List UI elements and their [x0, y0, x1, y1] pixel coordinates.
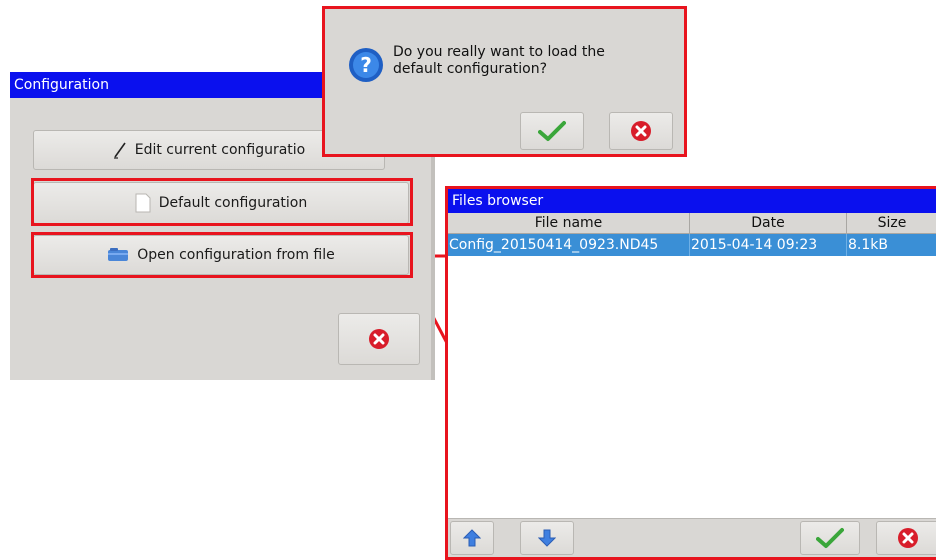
- pencil-icon: [113, 142, 126, 159]
- files-cancel-button[interactable]: [876, 521, 936, 555]
- edit-configuration-label: Edit current configuratio: [134, 142, 306, 158]
- cell-size: 8.1kB: [848, 237, 888, 253]
- svg-text:?: ?: [360, 53, 372, 77]
- confirm-message-line1: Do you really want to load the: [393, 44, 605, 60]
- confirm-dialog: ? Do you really want to load the default…: [322, 6, 687, 157]
- cell-file-name: Config_20150414_0923.ND45: [448, 234, 690, 256]
- confirm-ok-button[interactable]: [520, 112, 584, 150]
- scroll-up-button[interactable]: [450, 521, 494, 555]
- confirm-message: Do you really want to load the default c…: [393, 44, 673, 78]
- column-file-name[interactable]: File name: [448, 213, 690, 233]
- scroll-down-button[interactable]: [520, 521, 574, 555]
- files-toolbar: [448, 518, 936, 557]
- cancel-icon: [369, 329, 389, 349]
- column-date[interactable]: Date: [690, 213, 847, 233]
- cancel-icon: [631, 121, 651, 141]
- check-icon: [538, 121, 566, 141]
- question-icon: ?: [349, 48, 383, 82]
- confirm-message-line2: default configuration?: [393, 61, 548, 77]
- confirm-cancel-button[interactable]: [609, 112, 673, 150]
- open-configuration-button[interactable]: Open configuration from file: [33, 235, 409, 275]
- cancel-icon: [897, 528, 918, 548]
- default-configuration-button[interactable]: Default configuration: [33, 182, 409, 224]
- blank-page-icon: [135, 193, 151, 213]
- default-configuration-label: Default configuration: [158, 195, 308, 211]
- folder-icon: [108, 248, 129, 261]
- column-size[interactable]: Size: [847, 213, 936, 233]
- files-browser-window: Files browser File name Date Size Config…: [445, 186, 936, 560]
- arrow-up-icon: [463, 529, 481, 547]
- files-ok-button[interactable]: [800, 521, 860, 555]
- table-row[interactable]: Config_20150414_0923.ND45 2015-04-14 09:…: [448, 234, 936, 256]
- check-icon: [816, 528, 844, 548]
- close-configuration-button[interactable]: [338, 313, 420, 365]
- files-table-header: File name Date Size: [448, 213, 936, 234]
- arrow-down-icon: [538, 529, 556, 547]
- files-browser-title: Files browser: [448, 189, 936, 213]
- cell-date: 2015-04-14 09:23: [690, 234, 847, 256]
- open-configuration-label: Open configuration from file: [137, 247, 335, 263]
